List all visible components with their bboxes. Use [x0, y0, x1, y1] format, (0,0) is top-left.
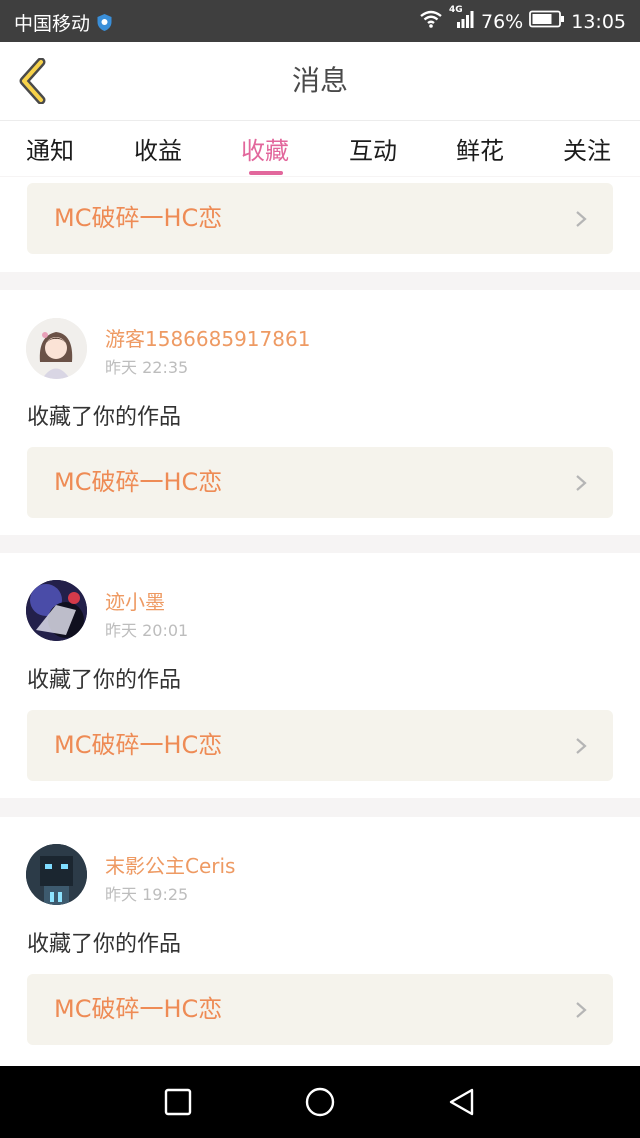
work-title: MC破碎一HC恋 [54, 731, 223, 759]
home-icon [305, 1087, 335, 1117]
wifi-icon [419, 9, 443, 34]
message-card: 末影公主Ceris 昨天 19:25 收藏了你的作品 MC破碎一HC恋 [0, 817, 640, 1066]
work-link[interactable]: MC破碎一HC恋 [27, 447, 613, 518]
signal-icon: 4G [449, 5, 475, 34]
action-text: 收藏了你的作品 [27, 932, 182, 957]
tab-earnings[interactable]: 收益 [134, 131, 182, 166]
work-title: MC破碎一HC恋 [54, 468, 223, 496]
work-link[interactable]: MC破碎一HC恋 [27, 183, 613, 254]
work-link[interactable]: MC破碎一HC恋 [27, 974, 613, 1045]
battery-icon [529, 10, 565, 33]
username[interactable]: 游客1586685917861 [105, 323, 310, 352]
tab-notifications[interactable]: 通知 [26, 131, 74, 166]
work-title: MC破碎一HC恋 [54, 995, 223, 1023]
avatar[interactable] [26, 580, 87, 641]
back-icon [449, 1088, 474, 1116]
tab-following[interactable]: 关注 [563, 131, 611, 166]
chevron-right-icon [576, 211, 587, 227]
chevron-right-icon [576, 475, 587, 491]
tab-interactions[interactable]: 互动 [349, 131, 397, 166]
battery-percent: 76% [481, 10, 524, 33]
chevron-right-icon [576, 738, 587, 754]
action-text: 收藏了你的作品 [27, 668, 182, 693]
home-button[interactable] [304, 1086, 336, 1118]
recent-apps-icon [164, 1088, 192, 1116]
avatar[interactable] [26, 844, 87, 905]
username[interactable]: 迹小墨 [105, 586, 165, 615]
action-text: 收藏了你的作品 [27, 405, 182, 430]
chevron-right-icon [576, 1002, 587, 1018]
username[interactable]: 末影公主Ceris [105, 850, 235, 879]
shield-icon [96, 13, 113, 32]
tab-favorites[interactable]: 收藏 [241, 131, 289, 166]
clock: 13:05 [571, 10, 626, 33]
timestamp: 昨天 19:25 [105, 885, 189, 904]
tab-flowers[interactable]: 鲜花 [456, 131, 504, 166]
network-type-label: 4G [449, 5, 463, 15]
status-right: 4G 76% 13:05 [419, 5, 626, 34]
timestamp: 昨天 20:01 [105, 621, 189, 640]
status-bar: 中国移动 4G 76% 13:05 [0, 0, 640, 42]
work-link[interactable]: MC破碎一HC恋 [27, 710, 613, 781]
recent-apps-button[interactable] [162, 1086, 194, 1118]
tab-bar: 通知 收益 收藏 互动 鲜花 关注 [0, 121, 640, 176]
page-title: 消息 [291, 64, 348, 97]
avatar[interactable] [26, 318, 87, 379]
status-left: 中国移动 [14, 9, 113, 36]
chevron-left-icon [19, 57, 46, 105]
message-card: 迹小墨 昨天 20:01 收藏了你的作品 MC破碎一HC恋 [0, 553, 640, 798]
app-header: 消息 [0, 42, 640, 121]
message-card: MC破碎一HC恋 [0, 177, 640, 272]
system-nav-bar [0, 1066, 640, 1138]
timestamp: 昨天 22:35 [105, 358, 189, 377]
back-button[interactable] [16, 57, 50, 105]
work-title: MC破碎一HC恋 [54, 204, 223, 232]
active-tab-indicator [249, 171, 283, 175]
back-nav-button[interactable] [446, 1086, 478, 1118]
message-card: 游客1586685917861 昨天 22:35 收藏了你的作品 MC破碎一HC… [0, 290, 640, 535]
carrier-label: 中国移动 [14, 13, 91, 35]
